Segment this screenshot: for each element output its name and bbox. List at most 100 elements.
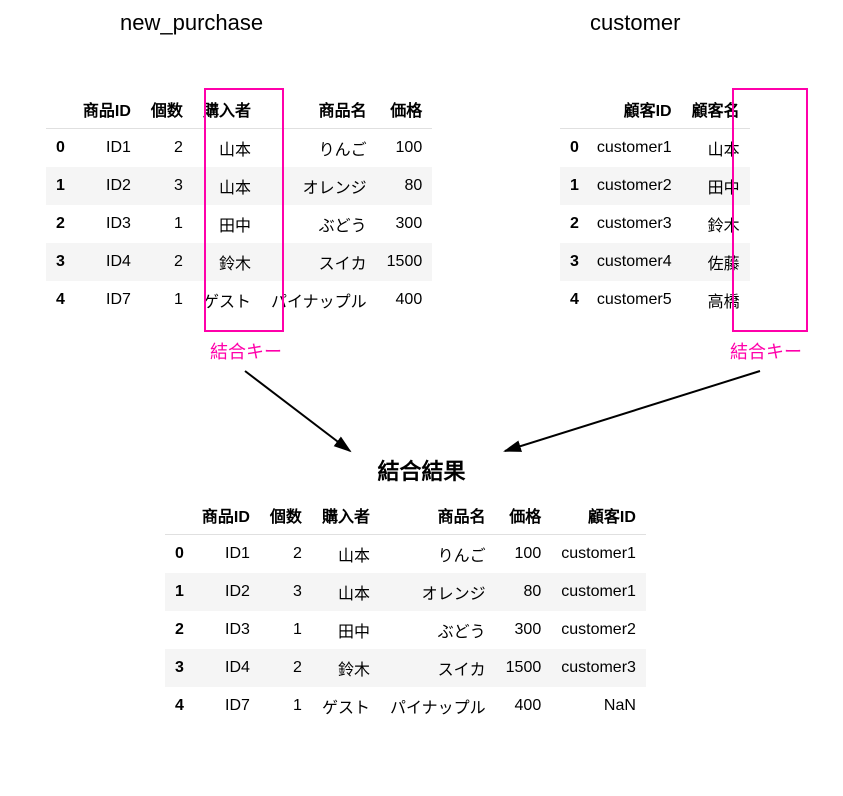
row-index: 0: [560, 129, 587, 168]
col-header: 価格: [377, 90, 433, 129]
cell: 山本: [682, 129, 750, 168]
table-row: 2ID31田中ぶどう300: [46, 205, 432, 243]
cell: 2: [141, 129, 193, 168]
col-header: 商品ID: [192, 496, 260, 535]
key-label-right: 結合キー: [730, 338, 802, 364]
table-row: 1ID23山本オレンジ80: [46, 167, 432, 205]
arrow-left-icon: [240, 366, 370, 466]
row-index: 1: [165, 573, 192, 611]
cell: 2: [141, 243, 193, 281]
row-index: 2: [46, 205, 73, 243]
cell: ID1: [192, 535, 260, 574]
row-index: 2: [560, 205, 587, 243]
cell: 3: [260, 573, 312, 611]
cell: スイカ: [380, 649, 496, 687]
table-row: 2ID31田中ぶどう300customer2: [165, 611, 646, 649]
cell: ゲスト: [193, 281, 261, 319]
cell: 田中: [312, 611, 380, 649]
table-title-right: customer: [590, 10, 680, 36]
cell: ぶどう: [380, 611, 496, 649]
cell: customer3: [551, 649, 646, 687]
col-header: 顧客ID: [551, 496, 646, 535]
cell: ID2: [192, 573, 260, 611]
cell: りんご: [261, 129, 377, 168]
cell: 山本: [312, 573, 380, 611]
purchase-table: 商品ID 個数 購入者 商品名 価格 0ID12山本りんご1001ID23山本オ…: [46, 90, 432, 319]
row-index: 4: [560, 281, 587, 319]
table-title-left: new_purchase: [120, 10, 263, 36]
cell: 400: [496, 687, 552, 725]
row-index: 1: [46, 167, 73, 205]
col-header: 購入者: [193, 90, 261, 129]
cell: 80: [496, 573, 552, 611]
table-row: 0ID12山本りんご100: [46, 129, 432, 168]
cell: customer4: [587, 243, 682, 281]
cell: 山本: [193, 129, 261, 168]
cell: 100: [377, 129, 433, 168]
key-label-left: 結合キー: [210, 338, 282, 364]
row-index: 4: [165, 687, 192, 725]
row-index: 3: [46, 243, 73, 281]
cell: customer1: [551, 573, 646, 611]
table-row: 3customer4佐藤: [560, 243, 750, 281]
table-row: 0ID12山本りんご100customer1: [165, 535, 646, 574]
row-index: 1: [560, 167, 587, 205]
cell: 田中: [682, 167, 750, 205]
col-header: 購入者: [312, 496, 380, 535]
cell: 1500: [377, 243, 433, 281]
col-header: 商品名: [380, 496, 496, 535]
cell: パイナップル: [261, 281, 377, 319]
cell: ID4: [73, 243, 141, 281]
cell: ゲスト: [312, 687, 380, 725]
cell: customer3: [587, 205, 682, 243]
row-index: 3: [165, 649, 192, 687]
cell: 1: [141, 281, 193, 319]
cell: customer5: [587, 281, 682, 319]
col-header: 商品名: [261, 90, 377, 129]
row-index: 3: [560, 243, 587, 281]
cell: 山本: [193, 167, 261, 205]
table-row: 1ID23山本オレンジ80customer1: [165, 573, 646, 611]
cell: 山本: [312, 535, 380, 574]
cell: customer1: [587, 129, 682, 168]
col-header: 個数: [141, 90, 193, 129]
row-index: 0: [46, 129, 73, 168]
table-row: 4ID71ゲストパイナップル400NaN: [165, 687, 646, 725]
cell: ID3: [192, 611, 260, 649]
row-index: 0: [165, 535, 192, 574]
cell: 1: [141, 205, 193, 243]
cell: 3: [141, 167, 193, 205]
table-row: 4ID71ゲストパイナップル400: [46, 281, 432, 319]
cell: 1: [260, 611, 312, 649]
table-row: 2customer3鈴木: [560, 205, 750, 243]
arrow-right-icon: [490, 366, 770, 466]
cell: 2: [260, 535, 312, 574]
table-row: 0customer1山本: [560, 129, 750, 168]
cell: パイナップル: [380, 687, 496, 725]
cell: ID2: [73, 167, 141, 205]
cell: ID3: [73, 205, 141, 243]
col-header: 価格: [496, 496, 552, 535]
cell: 2: [260, 649, 312, 687]
table-row: 3ID42鈴木スイカ1500customer3: [165, 649, 646, 687]
cell: customer2: [551, 611, 646, 649]
cell: 80: [377, 167, 433, 205]
row-index: 2: [165, 611, 192, 649]
cell: スイカ: [261, 243, 377, 281]
cell: ID4: [192, 649, 260, 687]
cell: 鈴木: [193, 243, 261, 281]
col-header: 個数: [260, 496, 312, 535]
cell: 1: [260, 687, 312, 725]
cell: 300: [496, 611, 552, 649]
row-index: 4: [46, 281, 73, 319]
cell: 300: [377, 205, 433, 243]
cell: 鈴木: [312, 649, 380, 687]
cell: NaN: [551, 687, 646, 725]
cell: 鈴木: [682, 205, 750, 243]
cell: 1500: [496, 649, 552, 687]
table-row: 1customer2田中: [560, 167, 750, 205]
cell: ID1: [73, 129, 141, 168]
col-header: 顧客名: [682, 90, 750, 129]
cell: ぶどう: [261, 205, 377, 243]
cell: りんご: [380, 535, 496, 574]
